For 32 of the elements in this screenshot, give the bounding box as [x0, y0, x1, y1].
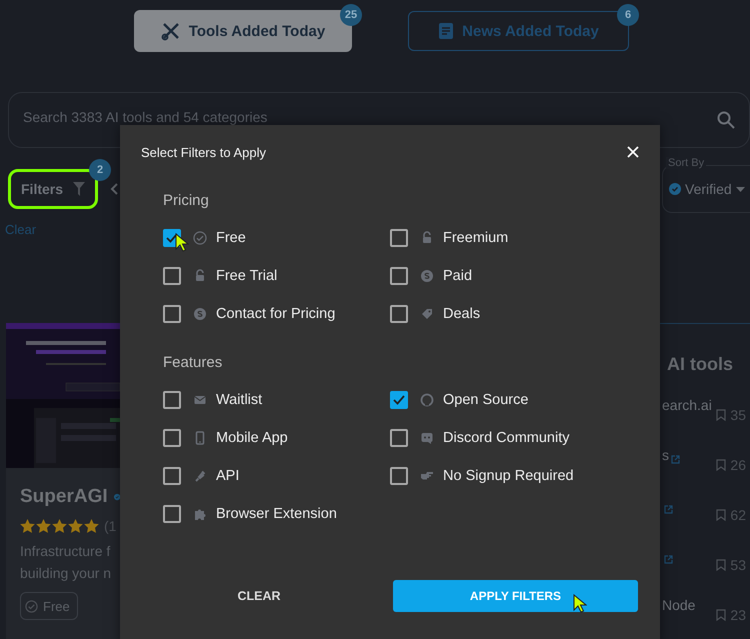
button-label: News Added Today	[462, 22, 599, 40]
search-placeholder: Search 3383 AI tools and 54 categories	[23, 109, 268, 127]
section-label: Features	[163, 355, 222, 371]
option-label: Browser Extension	[216, 506, 337, 522]
option-label: Deals	[443, 306, 480, 322]
option-label: No Signup Required	[443, 468, 574, 484]
section-label: Pricing	[163, 193, 209, 209]
sort-value: Verified	[685, 181, 732, 197]
option-label: Free Trial	[216, 268, 278, 284]
button-label: Tools Added Today	[188, 22, 326, 40]
option-label: Paid	[443, 268, 472, 284]
tool-link[interactable]: s	[662, 447, 669, 463]
option-label: Free	[216, 230, 246, 246]
option-label: Freemium	[443, 230, 508, 246]
count-badge: 6	[617, 4, 639, 26]
option-label: API	[216, 468, 240, 484]
clear-button[interactable]: CLEAR	[163, 580, 355, 612]
option-label: Contact for Pricing	[216, 306, 336, 322]
option-label: Waitlist	[216, 392, 262, 408]
tool-name: SuperAGI	[20, 486, 108, 508]
tool-link[interactable]: Node	[662, 597, 696, 613]
section-title: AI tools	[667, 354, 734, 375]
tool-link[interactable]: earch.ai	[662, 397, 712, 413]
count-badge: 2	[89, 159, 112, 181]
option-label: Discord Community	[443, 430, 570, 446]
option-label: Open Source	[443, 392, 528, 408]
clear-link[interactable]: Clear	[5, 222, 36, 237]
tool-description: Infrastructure f building your n	[20, 542, 112, 583]
count-badge: 25	[340, 4, 362, 26]
option-label: Mobile App	[216, 430, 288, 446]
apply-filters-button[interactable]: APPLY FILTERS	[393, 580, 638, 612]
tag-label: Free	[43, 598, 70, 614]
